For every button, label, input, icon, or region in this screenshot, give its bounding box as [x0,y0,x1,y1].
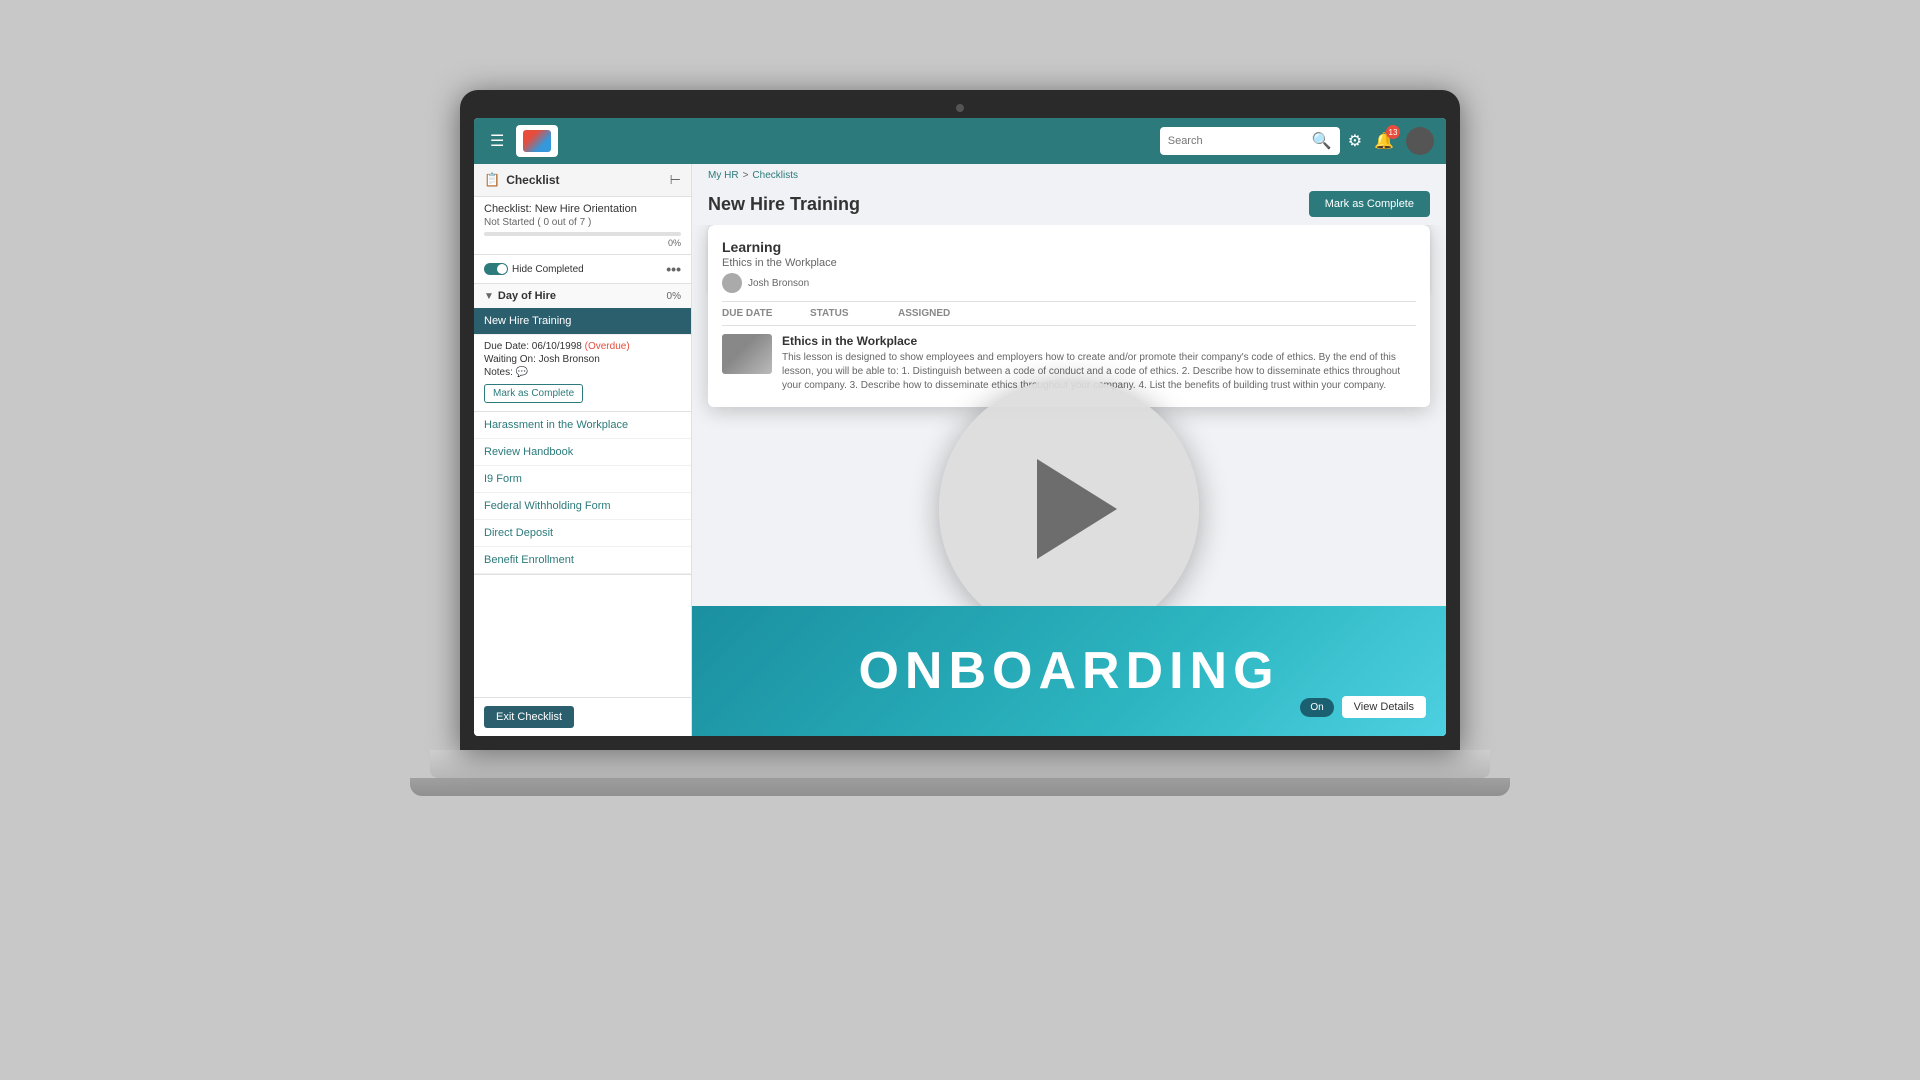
screen: ☰ 🔍 ⚙ 🔔 13 [474,118,1446,736]
breadcrumb: My HR > Checklists [692,164,1446,187]
content-area: Learning Ethics in the Workplace Josh Br… [692,225,1446,736]
section-chevron-icon: ▼ [484,291,494,302]
sidebar-info: Checklist: New Hire Orientation Not Star… [474,197,691,255]
overdue-label: (Overdue) [585,341,630,352]
sidebar-item-harassment[interactable]: Harassment in the Workplace [474,412,691,439]
sidebar: 📋 Checklist ⊢ Checklist: New Hire Orient… [474,164,692,736]
sidebar-controls: Hide Completed ••• [474,255,691,284]
checklist-name: Checklist: New Hire Orientation [484,203,681,215]
bell-icon-wrap[interactable]: 🔔 13 [1374,131,1394,151]
sidebar-item-name: Benefit Enrollment [484,554,681,566]
detail-title: Learning [722,239,1416,255]
onboarding-actions: On View Details [1300,696,1426,718]
app: ☰ 🔍 ⚙ 🔔 13 [474,118,1446,736]
sidebar-item-name: Direct Deposit [484,527,681,539]
breadcrumb-separator: > [743,170,749,181]
sidebar-title-row: 📋 Checklist [484,172,560,188]
item-notes: Notes: 💬 [484,367,681,378]
play-button[interactable] [939,379,1199,639]
play-triangle-icon [1037,459,1117,559]
sidebar-item-name: Review Handbook [484,446,681,458]
camera [956,104,964,112]
sidebar-title: Checklist [506,173,559,187]
app-logo [516,125,558,157]
progress-text: 0% [484,238,681,248]
search-icon: 🔍 [1312,131,1332,151]
onboarding-title: ONBOARDING [858,641,1279,701]
sidebar-collapse-button[interactable]: ⊢ [670,172,681,188]
laptop: ☰ 🔍 ⚙ 🔔 13 [410,90,1510,990]
laptop-base [430,750,1490,778]
item-due-date: Due Date: 06/10/1998 (Overdue) [484,341,681,352]
right-panel: My HR > Checklists New Hire Training Mar… [692,164,1446,736]
laptop-bottom [410,778,1510,796]
hide-completed-label: Hide Completed [512,264,584,275]
more-options-button[interactable]: ••• [666,261,681,277]
sidebar-item-review-handbook[interactable]: Review Handbook [474,439,691,466]
section-name: Day of Hire [498,290,556,302]
sidebar-item-i9-form[interactable]: I9 Form [474,466,691,493]
sidebar-item-name: Harassment in the Workplace [484,419,681,431]
sidebar-section-day-of-hire: ▼ Day of Hire 0% New Hire Training [474,284,691,575]
item-waiting-on: Waiting On: Josh Bronson [484,354,681,365]
page-title: New Hire Training [708,194,860,215]
toggle-knob [497,264,507,274]
sidebar-item-name: Federal Withholding Form [484,500,681,512]
toggle-label: On [1310,702,1323,713]
item-detail: Due Date: 06/10/1998 (Overdue) Waiting O… [474,335,691,412]
top-nav: ☰ 🔍 ⚙ 🔔 13 [474,118,1446,164]
notification-badge: 13 [1386,125,1400,139]
sidebar-item-benefit-enrollment[interactable]: Benefit Enrollment [474,547,691,574]
mark-complete-small-button[interactable]: Mark as Complete [484,384,583,403]
checklist-status: Not Started ( 0 out of 7 ) [484,217,681,228]
sidebar-header: 📋 Checklist ⊢ [474,164,691,197]
section-header-day-of-hire[interactable]: ▼ Day of Hire 0% [474,284,691,308]
exit-checklist-button[interactable]: Exit Checklist [484,706,574,728]
progress-bar-container [484,232,681,236]
breadcrumb-checklists[interactable]: Checklists [752,170,798,181]
search-box[interactable]: 🔍 [1160,127,1340,155]
sidebar-item-new-hire-training[interactable]: New Hire Training [474,308,691,335]
onboarding-banner: ONBOARDING On View Details [692,606,1446,736]
search-input[interactable] [1168,135,1308,147]
breadcrumb-myhr[interactable]: My HR [708,170,739,181]
sidebar-item-name: New Hire Training [484,315,681,327]
user-avatar[interactable] [1406,127,1434,155]
nav-icons: ⚙ 🔔 13 [1348,127,1434,155]
view-details-button[interactable]: View Details [1342,696,1426,718]
sidebar-items: New Hire Training Due Date: 06/10/1998 (… [474,308,691,574]
sidebar-footer: Exit Checklist [474,697,691,736]
mark-as-complete-button[interactable]: Mark as Complete [1309,191,1430,217]
detail-subtitle: Ethics in the Workplace [722,257,1416,269]
hamburger-icon[interactable]: ☰ [486,127,508,155]
sidebar-item-federal-withholding[interactable]: Federal Withholding Form [474,493,691,520]
main-content: 📋 Checklist ⊢ Checklist: New Hire Orient… [474,164,1446,736]
sidebar-item-name: I9 Form [484,473,681,485]
section-percent: 0% [667,291,681,302]
sidebar-item-direct-deposit[interactable]: Direct Deposit [474,520,691,547]
hide-completed-toggle[interactable] [484,263,508,275]
notes-icon: 💬 [516,367,528,378]
settings-icon[interactable]: ⚙ [1348,131,1362,151]
checklist-icon: 📋 [484,172,500,188]
panel-header: New Hire Training Mark as Complete [692,187,1446,225]
section-header-left: ▼ Day of Hire [484,290,556,302]
onboarding-toggle[interactable]: On [1300,698,1333,717]
hide-completed-control[interactable]: Hide Completed [484,263,584,275]
screen-bezel: ☰ 🔍 ⚙ 🔔 13 [460,90,1460,750]
